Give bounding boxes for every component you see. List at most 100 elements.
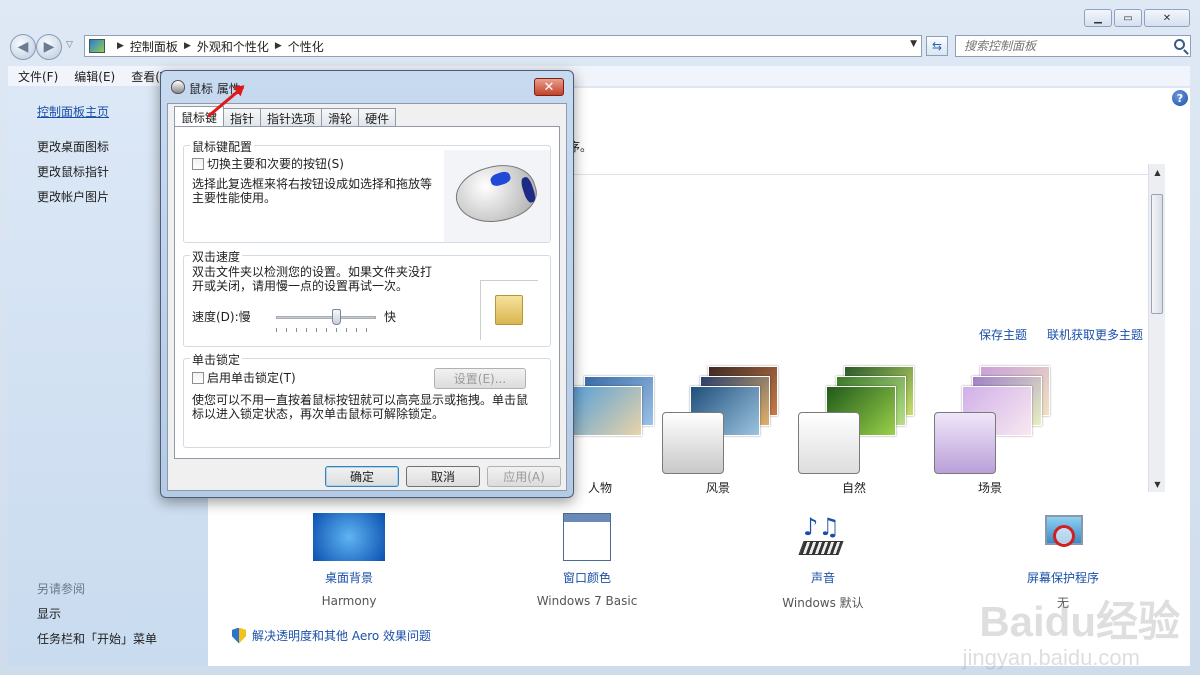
sidebar-desktop-icons-link[interactable]: 更改桌面图标 (37, 138, 109, 155)
bottom-item-subtitle: Windows 默认 (782, 596, 864, 610)
folder-icon[interactable] (495, 295, 523, 325)
theme-list: 人物 风景 自然 场景 ▲ ▼ (570, 164, 1165, 495)
speed-slow-label: 速度(D):慢 (192, 310, 251, 324)
double-click-group: 双击速度 双击文件夹以检测您的设置。如果文件夹没打开或关闭，请用慢一点的设置再试… (183, 248, 551, 347)
tab-pointers[interactable]: 指针 (223, 108, 262, 127)
control-panel-icon (89, 39, 105, 53)
sidebar-taskbar-link[interactable]: 任务栏和「开始」菜单 (37, 630, 157, 647)
double-click-speed-slider[interactable] (276, 316, 376, 319)
breadcrumb-separator-icon[interactable]: ▶ (184, 41, 191, 51)
theme-label: 风景 (705, 481, 730, 495)
history-dropdown-icon[interactable]: ▽ (66, 40, 73, 50)
breadcrumb-personalization[interactable]: 个性化 (288, 38, 324, 55)
theme-label: 自然 (841, 481, 866, 495)
scroll-thumb[interactable] (1151, 194, 1163, 314)
theme-color-swatch (662, 412, 724, 474)
help-icon[interactable]: ? (1172, 90, 1188, 106)
screensaver-icon (1027, 513, 1099, 561)
tab-pointer-options[interactable]: 指针选项 (260, 108, 323, 127)
group-label: 单击锁定 (190, 351, 243, 368)
menu-edit[interactable]: 编辑(E) (74, 68, 115, 85)
sidebar-home-link[interactable]: 控制面板主页 (37, 103, 109, 120)
search-box[interactable] (955, 35, 1191, 57)
mouse-properties-dialog: 鼠标 属性 ✕ 鼠标键 指针 指针选项 滑轮 硬件 鼠标键配置 切换主要和次要的… (160, 70, 574, 498)
speed-fast-label: 快 (384, 310, 397, 324)
bottom-item-title[interactable]: 声音 (728, 569, 918, 586)
aero-link-label[interactable]: 解决透明度和其他 Aero 效果问题 (252, 627, 431, 644)
breadcrumb-appearance[interactable]: 外观和个性化 (197, 38, 269, 55)
breadcrumb-separator-icon[interactable]: ▶ (117, 41, 124, 51)
dialog-close-button[interactable]: ✕ (534, 78, 564, 96)
theme-item-scenes[interactable]: 场景 (920, 364, 1060, 495)
click-lock-description: 使您可以不用一直按着鼠标按钮就可以高亮显示或拖拽。单击鼠标以进入锁定状态，再次单… (192, 393, 529, 421)
see-also-heading: 另请参阅 (37, 582, 86, 596)
dialog-tabs: 鼠标键 指针 指针选项 滑轮 硬件 (174, 106, 397, 127)
tab-wheel[interactable]: 滑轮 (321, 108, 360, 127)
checkbox-label: 启用单击锁定(T) (207, 371, 296, 385)
click-lock-settings-button[interactable]: 设置(E)... (434, 368, 526, 389)
bottom-item-subtitle: Harmony (321, 594, 377, 608)
dialog-body: 鼠标键 指针 指针选项 滑轮 硬件 鼠标键配置 切换主要和次要的按钮(S) 选择… (167, 103, 567, 491)
ok-button[interactable]: 确定 (325, 466, 399, 487)
checkbox-box[interactable] (192, 158, 204, 170)
tab-hardware[interactable]: 硬件 (358, 108, 397, 127)
checkbox-label: 切换主要和次要的按钮(S) (207, 157, 344, 171)
scroll-up-icon[interactable]: ▲ (1149, 164, 1166, 180)
shield-icon (232, 627, 246, 644)
maximize-button[interactable]: ▭ (1114, 9, 1142, 27)
button-config-group: 鼠标键配置 切换主要和次要的按钮(S) 选择此复选框来将右按钮设成如选择和拖放等… (183, 138, 551, 243)
click-lock-group: 单击锁定 启用单击锁定(T) 设置(E)... 使您可以不用一直按着鼠标按钮就可… (183, 351, 551, 448)
mouse-illustration (444, 150, 550, 242)
theme-item-landscape[interactable]: 风景 (648, 364, 788, 495)
mouse-icon (171, 80, 185, 94)
window-color-button[interactable]: 窗口颜色 Windows 7 Basic (492, 513, 682, 608)
button-config-description: 选择此复选框来将右按钮设成如选择和拖放等主要性能使用。 (192, 177, 433, 205)
apply-button[interactable]: 应用(A) (487, 466, 561, 487)
address-row: ◀ ▶ ▽ ▶ 控制面板 ▶ 外观和个性化 ▶ 个性化 ▼ ⇆ (8, 32, 1191, 60)
minimize-button[interactable]: ▁ (1084, 9, 1112, 27)
back-button[interactable]: ◀ (10, 34, 36, 60)
forward-button[interactable]: ▶ (36, 34, 62, 60)
theme-label: 场景 (977, 481, 1002, 495)
sound-icon: ♪♫ (787, 513, 859, 561)
menu-file[interactable]: 文件(F) (18, 68, 58, 85)
refresh-button[interactable]: ⇆ (926, 36, 948, 56)
breadcrumb-control-panel[interactable]: 控制面板 (130, 38, 178, 55)
baidu-watermark: Baidu经验 (979, 598, 1180, 645)
theme-item-nature[interactable]: 自然 (784, 364, 924, 495)
window-controls: ▁ ▭ ✕ (1084, 9, 1190, 27)
address-bar[interactable]: ▶ 控制面板 ▶ 外观和个性化 ▶ 个性化 ▼ (84, 35, 922, 57)
sidebar-display-link[interactable]: 显示 (37, 605, 61, 622)
theme-color-swatch (798, 412, 860, 474)
sidebar-mouse-pointer-link[interactable]: 更改鼠标指针 (37, 163, 109, 180)
window-color-icon (563, 513, 611, 561)
test-folder-area[interactable] (480, 280, 538, 340)
desktop-background-icon (313, 513, 385, 561)
aero-troubleshoot-link[interactable]: 解决透明度和其他 Aero 效果问题 (232, 627, 431, 644)
group-label: 鼠标键配置 (190, 138, 255, 155)
checkbox-box[interactable] (192, 372, 204, 384)
breadcrumb-separator-icon[interactable]: ▶ (275, 41, 282, 51)
theme-list-scrollbar[interactable]: ▲ ▼ (1148, 164, 1165, 492)
slider-ticks (276, 328, 376, 332)
bottom-item-title[interactable]: 桌面背景 (254, 569, 444, 586)
slider-thumb[interactable] (332, 309, 341, 325)
switch-buttons-checkbox[interactable]: 切换主要和次要的按钮(S) (192, 157, 344, 171)
sidebar-account-picture-link[interactable]: 更改帐户图片 (37, 188, 109, 205)
bottom-item-title[interactable]: 窗口颜色 (492, 569, 682, 586)
double-click-description: 双击文件夹以检测您的设置。如果文件夹没打开或关闭，请用慢一点的设置再试一次。 (192, 265, 433, 293)
desktop-background-button[interactable]: 桌面背景 Harmony (254, 513, 444, 608)
close-button[interactable]: ✕ (1144, 9, 1190, 27)
cancel-button[interactable]: 取消 (406, 466, 480, 487)
group-label: 双击速度 (190, 248, 243, 265)
bottom-item-title[interactable]: 屏幕保护程序 (968, 569, 1158, 586)
baidu-watermark-url: jingyan.baidu.com (962, 645, 1140, 670)
address-dropdown-icon[interactable]: ▼ (910, 39, 917, 49)
search-icon[interactable] (1174, 39, 1185, 50)
tab-panel-buttons: 鼠标键配置 切换主要和次要的按钮(S) 选择此复选框来将右按钮设成如选择和拖放等… (174, 126, 560, 459)
search-input[interactable] (964, 39, 1164, 53)
click-lock-checkbox[interactable]: 启用单击锁定(T) (192, 371, 296, 385)
scroll-down-icon[interactable]: ▼ (1149, 476, 1166, 492)
bottom-item-subtitle: Windows 7 Basic (536, 594, 638, 608)
sound-button[interactable]: ♪♫ 声音 Windows 默认 (728, 513, 918, 611)
